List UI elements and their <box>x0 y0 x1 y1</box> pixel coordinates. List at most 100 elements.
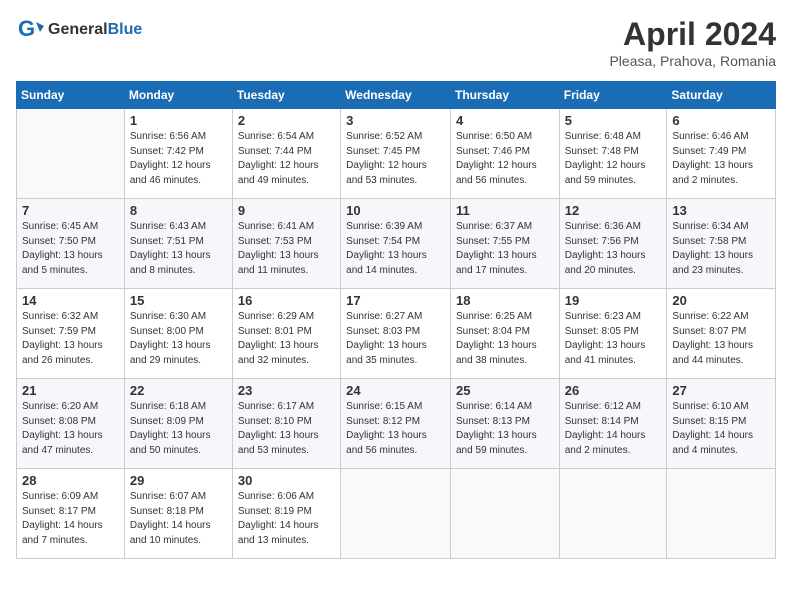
day-info: Sunrise: 6:07 AMSunset: 8:18 PMDaylight:… <box>130 490 227 548</box>
calendar-cell: 20 Sunrise: 6:22 AMSunset: 8:07 PMDayligh… <box>667 289 776 379</box>
calendar-cell: 11 Sunrise: 6:37 AMSunset: 7:55 PMDayligh… <box>450 199 559 289</box>
day-number: 17 <box>346 293 445 308</box>
calendar-cell <box>559 469 667 559</box>
day-number: 27 <box>672 383 770 398</box>
day-number: 12 <box>565 203 662 218</box>
calendar-cell: 24Sunrise: 6:15 AMSunset: 8:12 PMDayligh… <box>341 379 451 469</box>
day-number: 5 <box>565 113 662 128</box>
day-number: 24 <box>346 383 445 398</box>
calendar-cell: 2 Sunrise: 6:54 AMSunset: 7:44 PMDaylight… <box>232 109 340 199</box>
calendar-cell: 17 Sunrise: 6:27 AMSunset: 8:03 PMDayligh… <box>341 289 451 379</box>
day-number: 21 <box>22 383 119 398</box>
weekday-header-wednesday: Wednesday <box>341 82 451 109</box>
calendar-cell: 6 Sunrise: 6:46 AMSunset: 7:49 PMDaylight… <box>667 109 776 199</box>
logo: G GeneralBlue <box>16 16 142 44</box>
day-info: Sunrise: 6:14 AMSunset: 8:13 PMDaylight:… <box>456 400 554 458</box>
day-number: 3 <box>346 113 445 128</box>
day-number: 10 <box>346 203 445 218</box>
day-number: 1 <box>130 113 227 128</box>
day-info: Sunrise: 6:18 AMSunset: 8:09 PMDaylight:… <box>130 400 227 458</box>
day-number: 19 <box>565 293 662 308</box>
day-info: Sunrise: 6:27 AMSunset: 8:03 PMDaylight:… <box>346 310 445 368</box>
weekday-header-saturday: Saturday <box>667 82 776 109</box>
weekday-header-tuesday: Tuesday <box>232 82 340 109</box>
weekday-header-monday: Monday <box>124 82 232 109</box>
day-info: Sunrise: 6:43 AMSunset: 7:51 PMDaylight:… <box>130 220 227 278</box>
day-number: 28 <box>22 473 119 488</box>
calendar-cell: 16 Sunrise: 6:29 AMSunset: 8:01 PMDayligh… <box>232 289 340 379</box>
calendar-week-row: 21 Sunrise: 6:20 AMSunset: 8:08 PMDayligh… <box>17 379 776 469</box>
logo-icon: G <box>16 16 44 44</box>
day-number: 15 <box>130 293 227 308</box>
calendar-cell: 19 Sunrise: 6:23 AMSunset: 8:05 PMDayligh… <box>559 289 667 379</box>
weekday-header-sunday: Sunday <box>17 82 125 109</box>
calendar-cell: 14 Sunrise: 6:32 AMSunset: 7:59 PMDayligh… <box>17 289 125 379</box>
calendar-cell: 22 Sunrise: 6:18 AMSunset: 8:09 PMDayligh… <box>124 379 232 469</box>
svg-text:G: G <box>18 16 35 41</box>
day-info: Sunrise: 6:54 AMSunset: 7:44 PMDaylight:… <box>238 130 335 188</box>
day-info: Sunrise: 6:20 AMSunset: 8:08 PMDaylight:… <box>22 400 119 458</box>
day-number: 25 <box>456 383 554 398</box>
day-info: Sunrise: 6:06 AMSunset: 8:19 PMDaylight:… <box>238 490 335 548</box>
calendar-cell: 12Sunrise: 6:36 AMSunset: 7:56 PMDayligh… <box>559 199 667 289</box>
day-info: Sunrise: 6:45 AMSunset: 7:50 PMDaylight:… <box>22 220 119 278</box>
calendar-cell: 1 Sunrise: 6:56 AMSunset: 7:42 PMDaylight… <box>124 109 232 199</box>
day-number: 30 <box>238 473 335 488</box>
day-info: Sunrise: 6:10 AMSunset: 8:15 PMDaylight:… <box>672 400 770 458</box>
calendar-cell: 28Sunrise: 6:09 AMSunset: 8:17 PMDayligh… <box>17 469 125 559</box>
calendar-cell: 4 Sunrise: 6:50 AMSunset: 7:46 PMDaylight… <box>450 109 559 199</box>
day-info: Sunrise: 6:32 AMSunset: 7:59 PMDaylight:… <box>22 310 119 368</box>
day-number: 8 <box>130 203 227 218</box>
day-info: Sunrise: 6:25 AMSunset: 8:04 PMDaylight:… <box>456 310 554 368</box>
calendar-cell <box>667 469 776 559</box>
day-info: Sunrise: 6:17 AMSunset: 8:10 PMDaylight:… <box>238 400 335 458</box>
day-info: Sunrise: 6:48 AMSunset: 7:48 PMDaylight:… <box>565 130 662 188</box>
calendar-header: SundayMondayTuesdayWednesdayThursdayFrid… <box>17 82 776 109</box>
day-info: Sunrise: 6:12 AMSunset: 8:14 PMDaylight:… <box>565 400 662 458</box>
calendar-cell: 29 Sunrise: 6:07 AMSunset: 8:18 PMDayligh… <box>124 469 232 559</box>
day-info: Sunrise: 6:41 AMSunset: 7:53 PMDaylight:… <box>238 220 335 278</box>
day-number: 6 <box>672 113 770 128</box>
calendar-cell: 7Sunrise: 6:45 AMSunset: 7:50 PMDaylight… <box>17 199 125 289</box>
day-info: Sunrise: 6:39 AMSunset: 7:54 PMDaylight:… <box>346 220 445 278</box>
page-header: G GeneralBlue April 2024 Pleasa, Prahova… <box>16 16 776 69</box>
calendar-cell: 21 Sunrise: 6:20 AMSunset: 8:08 PMDayligh… <box>17 379 125 469</box>
day-number: 11 <box>456 203 554 218</box>
day-number: 23 <box>238 383 335 398</box>
day-number: 4 <box>456 113 554 128</box>
day-number: 16 <box>238 293 335 308</box>
day-info: Sunrise: 6:34 AMSunset: 7:58 PMDaylight:… <box>672 220 770 278</box>
day-info: Sunrise: 6:46 AMSunset: 7:49 PMDaylight:… <box>672 130 770 188</box>
calendar-cell: 23 Sunrise: 6:17 AMSunset: 8:10 PMDayligh… <box>232 379 340 469</box>
calendar-week-row: 28Sunrise: 6:09 AMSunset: 8:17 PMDayligh… <box>17 469 776 559</box>
calendar-table: SundayMondayTuesdayWednesdayThursdayFrid… <box>16 81 776 559</box>
day-number: 14 <box>22 293 119 308</box>
day-info: Sunrise: 6:30 AMSunset: 8:00 PMDaylight:… <box>130 310 227 368</box>
calendar-cell: 5 Sunrise: 6:48 AMSunset: 7:48 PMDaylight… <box>559 109 667 199</box>
calendar-cell: 15 Sunrise: 6:30 AMSunset: 8:00 PMDayligh… <box>124 289 232 379</box>
logo-blue-text: Blue <box>108 21 143 38</box>
calendar-cell <box>450 469 559 559</box>
day-number: 9 <box>238 203 335 218</box>
calendar-cell: 18 Sunrise: 6:25 AMSunset: 8:04 PMDayligh… <box>450 289 559 379</box>
month-year-title: April 2024 <box>609 16 776 53</box>
day-info: Sunrise: 6:50 AMSunset: 7:46 PMDaylight:… <box>456 130 554 188</box>
calendar-cell: 9 Sunrise: 6:41 AMSunset: 7:53 PMDaylight… <box>232 199 340 289</box>
calendar-cell: 13Sunrise: 6:34 AMSunset: 7:58 PMDayligh… <box>667 199 776 289</box>
day-info: Sunrise: 6:23 AMSunset: 8:05 PMDaylight:… <box>565 310 662 368</box>
day-number: 29 <box>130 473 227 488</box>
weekday-header-row: SundayMondayTuesdayWednesdayThursdayFrid… <box>17 82 776 109</box>
day-number: 20 <box>672 293 770 308</box>
calendar-cell: 3Sunrise: 6:52 AMSunset: 7:45 PMDaylight… <box>341 109 451 199</box>
day-info: Sunrise: 6:37 AMSunset: 7:55 PMDaylight:… <box>456 220 554 278</box>
day-number: 18 <box>456 293 554 308</box>
day-number: 2 <box>238 113 335 128</box>
calendar-cell: 26Sunrise: 6:12 AMSunset: 8:14 PMDayligh… <box>559 379 667 469</box>
logo-general: General <box>48 21 108 38</box>
day-info: Sunrise: 6:29 AMSunset: 8:01 PMDaylight:… <box>238 310 335 368</box>
day-info: Sunrise: 6:56 AMSunset: 7:42 PMDaylight:… <box>130 130 227 188</box>
weekday-header-friday: Friday <box>559 82 667 109</box>
calendar-week-row: 14 Sunrise: 6:32 AMSunset: 7:59 PMDayligh… <box>17 289 776 379</box>
day-number: 22 <box>130 383 227 398</box>
day-info: Sunrise: 6:22 AMSunset: 8:07 PMDaylight:… <box>672 310 770 368</box>
